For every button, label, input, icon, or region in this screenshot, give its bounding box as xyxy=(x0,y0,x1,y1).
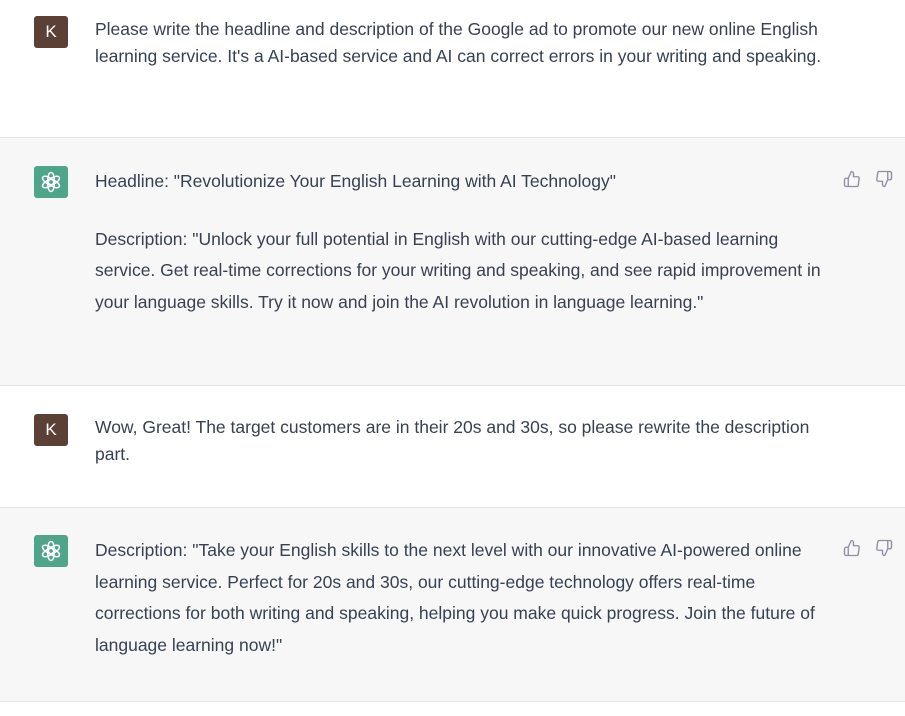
assistant-description: Description: "Unlock your full potential… xyxy=(95,228,821,312)
assistant-avatar xyxy=(34,535,68,567)
assistant-headline: Headline: "Revolutionize Your English Le… xyxy=(95,171,616,191)
user-avatar-letter: K xyxy=(45,420,57,439)
assistant-message: Headline: "Revolutionize Your English Le… xyxy=(0,138,905,385)
user-message: K Wow, Great! The target customers are i… xyxy=(0,386,905,507)
assistant-message: Description: "Take your English skills t… xyxy=(0,508,905,701)
feedback-buttons xyxy=(843,539,893,557)
user-message-text-container: Please write the headline and descriptio… xyxy=(95,16,825,70)
message-divider xyxy=(0,701,905,702)
user-avatar: K xyxy=(34,16,68,48)
assistant-message-text-container: Description: "Take your English skills t… xyxy=(95,535,825,661)
user-avatar-letter: K xyxy=(45,22,57,41)
assistant-description: Description: "Take your English skills t… xyxy=(95,540,815,655)
user-avatar: K xyxy=(34,414,68,446)
openai-logo-icon xyxy=(41,540,61,562)
thumbs-up-icon[interactable] xyxy=(843,170,861,188)
thumbs-down-icon[interactable] xyxy=(875,539,893,557)
assistant-message-text-container: Headline: "Revolutionize Your English Le… xyxy=(95,166,825,318)
thumbs-down-icon[interactable] xyxy=(875,170,893,188)
user-message-text-container: Wow, Great! The target customers are in … xyxy=(95,414,825,468)
feedback-buttons xyxy=(843,170,893,188)
user-message-text: Please write the headline and descriptio… xyxy=(95,19,822,66)
openai-logo-icon xyxy=(41,171,61,193)
assistant-avatar xyxy=(34,166,68,198)
user-message: K Please write the headline and descript… xyxy=(0,0,905,137)
thumbs-up-icon[interactable] xyxy=(843,539,861,557)
user-message-text: Wow, Great! The target customers are in … xyxy=(95,417,810,464)
